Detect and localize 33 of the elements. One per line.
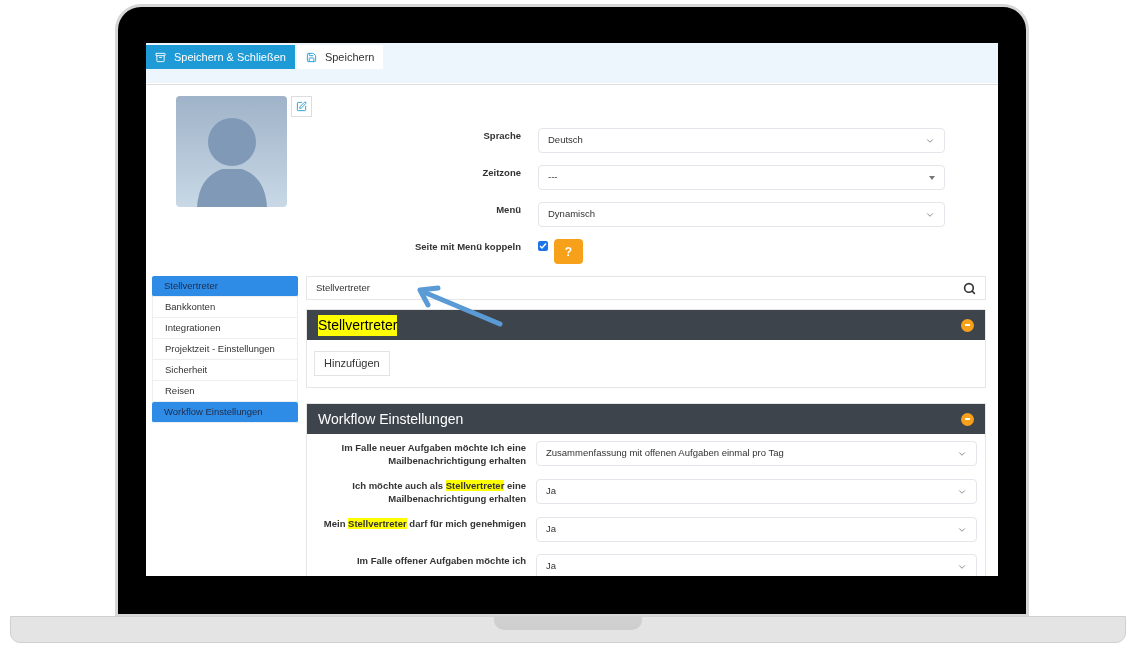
sidebar-item[interactable]: Workflow Einstellungen (152, 402, 298, 423)
search-icon (963, 281, 976, 295)
select-field[interactable]: Ja (536, 517, 977, 542)
field-label: Sprache (482, 129, 521, 143)
collapse-icon[interactable] (961, 318, 974, 332)
field-label: Seite mit Menü koppeln (413, 240, 521, 254)
sidebar-item[interactable]: Bankkonten (152, 297, 298, 318)
save-button[interactable]: Speichern (296, 45, 384, 69)
sidebar-item[interactable]: Projektzeit - Einstellungen (152, 339, 298, 360)
caret-icon (929, 175, 935, 180)
sidebar-item[interactable]: Sicherheit (152, 360, 298, 381)
setting-label: Im Falle offener Aufgaben möchte ich (355, 554, 526, 567)
checkbox[interactable] (538, 241, 548, 251)
add-button[interactable]: Hinzufügen (314, 351, 390, 376)
setting-label: Im Falle neuer Aufgaben möchte Ich eine Mailbenachrichtigung erhalten (340, 441, 526, 467)
sidebar-item[interactable]: Reisen (152, 381, 298, 402)
select-field[interactable]: Zusammenfassung mit offenen Aufgaben einmal pro Tag (536, 441, 977, 466)
field-label: Menü (495, 203, 521, 217)
archive-icon (155, 51, 166, 63)
panel-title: Workflow Einstellungen (318, 409, 464, 429)
select-field[interactable]: Dynamisch (538, 202, 945, 227)
select-field[interactable]: Deutsch (538, 128, 945, 153)
sidebar-item[interactable]: Stellvertreter (152, 276, 298, 297)
edit-icon (296, 101, 307, 112)
collapse-icon[interactable] (961, 412, 974, 426)
panel-header[interactable]: Workflow Einstellungen (307, 404, 985, 434)
select-field[interactable]: Ja (536, 554, 977, 576)
select-field[interactable]: Ja (536, 479, 977, 504)
search-field[interactable]: Stellvertreter (306, 276, 986, 300)
sidebar-item[interactable]: Integrationen (152, 318, 298, 339)
field-label: Zeitzone (481, 166, 521, 180)
setting-label: Mein Stellvertreter darf für mich genehmigen (322, 517, 526, 530)
select-field[interactable]: --- (538, 165, 945, 190)
